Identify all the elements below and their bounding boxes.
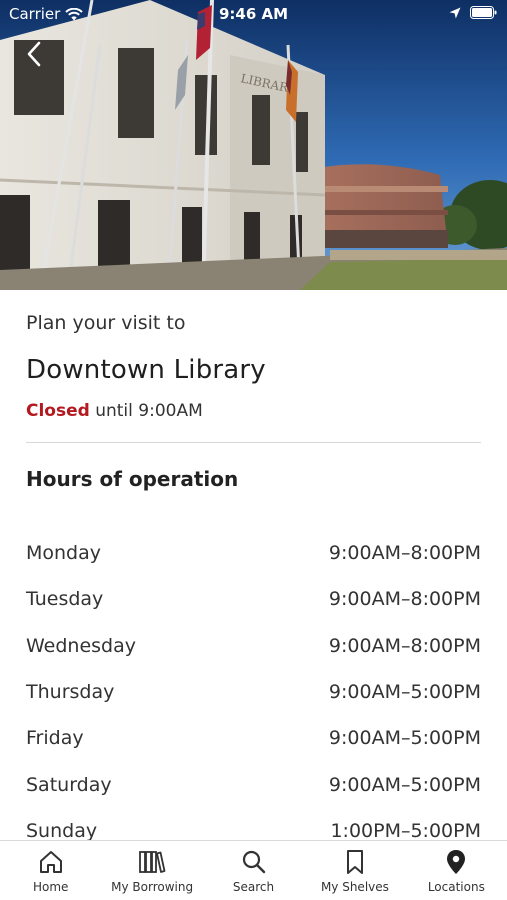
hours-row-thursday: Thursday 9:00AM–5:00PM <box>26 669 481 715</box>
location-details: Plan your visit to Downtown Library Clos… <box>0 290 507 840</box>
hours-title: Hours of operation <box>26 467 239 491</box>
tab-label: My Borrowing <box>111 880 194 894</box>
open-status: Closed until 9:00AM <box>26 401 203 421</box>
hours-value: 9:00AM–8:00PM <box>328 588 481 611</box>
hours-row-wednesday: Wednesday 9:00AM–8:00PM <box>26 623 481 669</box>
hours-row-saturday: Saturday 9:00AM–5:00PM <box>26 761 481 807</box>
tab-locations[interactable]: Locations <box>406 841 507 900</box>
search-icon <box>239 847 269 877</box>
chevron-left-icon <box>27 41 41 67</box>
hours-row-friday: Friday 9:00AM–5:00PM <box>26 715 481 761</box>
battery-icon <box>470 6 497 19</box>
tab-label: Locations <box>427 880 485 894</box>
back-button[interactable] <box>14 34 54 74</box>
status-right-group <box>449 6 497 19</box>
location-detail-screen: LIBRARY Carrier 9:46 AM Plan your visit … <box>0 0 507 900</box>
tab-home[interactable]: Home <box>0 841 101 900</box>
divider <box>26 442 481 443</box>
tab-my-shelves[interactable]: My Shelves <box>304 841 405 900</box>
hours-list: Monday 9:00AM–8:00PM Tuesday 9:00AM–8:00… <box>26 530 481 840</box>
day-label: Thursday <box>26 681 115 704</box>
hours-row-tuesday: Tuesday 9:00AM–8:00PM <box>26 576 481 622</box>
day-label: Wednesday <box>26 634 137 657</box>
day-label: Saturday <box>26 773 112 796</box>
status-bar: Carrier 9:46 AM <box>0 0 507 28</box>
hours-value: 9:00AM–8:00PM <box>328 542 481 565</box>
day-label: Sunday <box>26 819 98 840</box>
day-label: Friday <box>26 727 84 750</box>
tab-label: Search <box>232 880 275 894</box>
hours-value: 1:00PM–5:00PM <box>330 819 481 840</box>
clock: 9:46 AM <box>218 5 289 23</box>
tab-my-borrowing[interactable]: My Borrowing <box>101 841 202 900</box>
reopen-time: until 9:00AM <box>95 401 203 421</box>
map-pin-icon <box>441 847 471 877</box>
hours-value: 9:00AM–5:00PM <box>328 773 481 796</box>
hours-row-monday: Monday 9:00AM–8:00PM <box>26 530 481 576</box>
plan-visit-label: Plan your visit to <box>26 312 186 334</box>
hours-value: 9:00AM–5:00PM <box>328 681 481 704</box>
books-icon <box>137 847 167 877</box>
tab-label: Home <box>32 880 69 894</box>
tab-search[interactable]: Search <box>203 841 304 900</box>
closed-status-badge: Closed <box>26 401 90 421</box>
hours-value: 9:00AM–5:00PM <box>328 727 481 750</box>
hours-row-sunday: Sunday 1:00PM–5:00PM <box>26 808 481 840</box>
tab-label: My Shelves <box>320 880 389 894</box>
home-icon <box>36 847 66 877</box>
day-label: Monday <box>26 542 102 565</box>
library-name: Downtown Library <box>26 355 266 385</box>
tab-bar: Home My Borrowing Search My Shelves Loca… <box>0 840 507 900</box>
day-label: Tuesday <box>26 588 104 611</box>
location-arrow-icon <box>449 7 461 18</box>
library-photo: LIBRARY <box>0 0 507 290</box>
bookmark-icon <box>340 847 370 877</box>
hours-value: 9:00AM–8:00PM <box>328 634 481 657</box>
